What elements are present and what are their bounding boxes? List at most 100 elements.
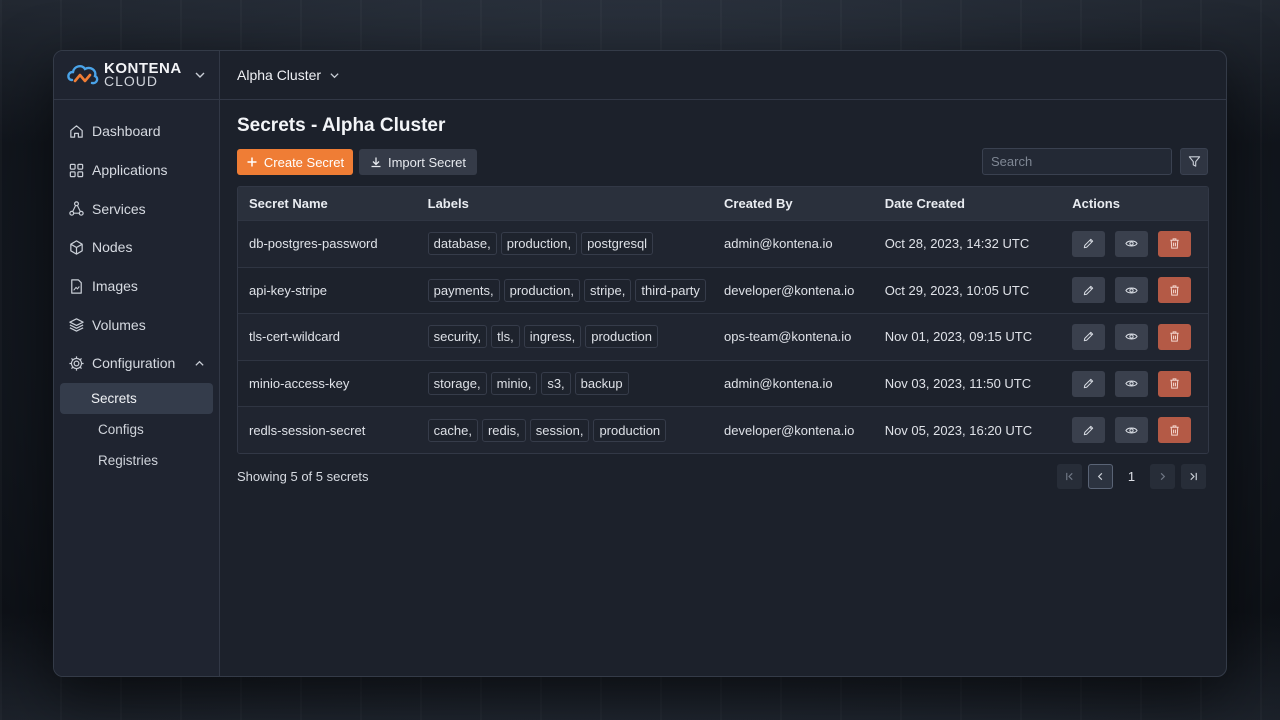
delete-button[interactable] bbox=[1158, 370, 1192, 397]
edit-button[interactable] bbox=[1072, 230, 1106, 257]
view-button[interactable] bbox=[1115, 417, 1149, 444]
edit-icon bbox=[1084, 332, 1094, 342]
kontena-logo-icon bbox=[67, 64, 99, 85]
edit-button[interactable] bbox=[1072, 417, 1106, 444]
delete-button[interactable] bbox=[1158, 277, 1192, 304]
previous-page-button[interactable] bbox=[1088, 464, 1113, 489]
delete-button[interactable] bbox=[1158, 230, 1192, 257]
app-window: KONTENA CLOUD Dashboard Applications Ser… bbox=[53, 50, 1227, 677]
first-page-button[interactable] bbox=[1057, 464, 1082, 489]
search-input[interactable] bbox=[982, 148, 1172, 175]
table-header: Secret Name Labels Created By Date Creat… bbox=[238, 187, 1208, 220]
create-secret-label: Create Secret bbox=[263, 154, 345, 170]
sidebar-item-images[interactable]: Images bbox=[54, 267, 219, 306]
table-row[interactable]: redls-session-secret cache, redis, session,… bbox=[238, 406, 1208, 453]
labels-cell: database, production, postgresql bbox=[417, 232, 715, 256]
chevron-up-icon bbox=[195, 360, 204, 366]
column-header-date-created[interactable]: Date Created bbox=[876, 196, 1063, 211]
pagination-summary: Showing 5 of 5 secrets bbox=[237, 469, 369, 484]
delete-button[interactable] bbox=[1158, 417, 1192, 444]
label-tag: backup bbox=[574, 372, 629, 396]
sidebar-item-dashboard[interactable]: Dashboard bbox=[54, 112, 219, 151]
eye-icon bbox=[1125, 380, 1138, 387]
sidebar: KONTENA CLOUD Dashboard Applications Ser… bbox=[54, 51, 220, 676]
sidebar-item-label: Images bbox=[92, 278, 138, 295]
top-bar: Alpha Cluster bbox=[220, 51, 1226, 100]
sidebar-nav: Dashboard Applications Services Nodes Im… bbox=[54, 100, 219, 476]
column-header-actions: Actions bbox=[1072, 196, 1120, 211]
sidebar-subitem-configs[interactable]: Configs bbox=[60, 414, 213, 445]
sidebar-subitem-label: Secrets bbox=[91, 390, 137, 406]
delete-button[interactable] bbox=[1158, 323, 1192, 350]
edit-icon bbox=[1084, 285, 1094, 296]
cluster-name: Alpha Cluster bbox=[237, 67, 322, 83]
create-secret-button[interactable]: Create Secret bbox=[237, 149, 353, 175]
gear-icon bbox=[69, 356, 84, 371]
column-header-secret-name[interactable]: Secret Name bbox=[238, 196, 417, 211]
sidebar-item-label: Services bbox=[92, 200, 146, 217]
label-tag: ingress, bbox=[523, 325, 582, 349]
sidebar-item-services[interactable]: Services bbox=[54, 189, 219, 228]
sidebar-subitem-registries[interactable]: Registries bbox=[60, 445, 213, 476]
edit-button[interactable] bbox=[1072, 370, 1106, 397]
edit-icon bbox=[1084, 425, 1094, 435]
pagination: 1 bbox=[1057, 464, 1206, 489]
date-created: Nov 05, 2023, 16:20 UTC bbox=[884, 422, 1033, 438]
filter-icon bbox=[1188, 156, 1200, 167]
edit-icon bbox=[1084, 239, 1094, 249]
table-row[interactable]: tls-cert-wildcard security, tls, ingress, pr… bbox=[238, 313, 1208, 360]
sidebar-item-label: Dashboard bbox=[92, 123, 161, 140]
table-row[interactable]: api-key-stripe payments, production, stripe… bbox=[238, 266, 1208, 314]
label-tag: redis, bbox=[481, 418, 526, 442]
chevron-down-icon bbox=[330, 72, 339, 78]
secret-name: db-postgres-password bbox=[249, 236, 378, 252]
view-button[interactable] bbox=[1115, 277, 1149, 304]
created-by: developer@kontena.io bbox=[724, 282, 855, 298]
image-icon bbox=[71, 278, 82, 294]
next-page-button[interactable] bbox=[1150, 464, 1175, 489]
label-tag: stripe, bbox=[583, 278, 632, 302]
table-row[interactable]: minio-access-key storage, minio, s3, backup a… bbox=[238, 359, 1208, 407]
column-header-created-by[interactable]: Created By bbox=[715, 196, 876, 211]
import-secret-label: Import Secret bbox=[387, 154, 467, 170]
actions-cell bbox=[1062, 230, 1208, 257]
page-title: Secrets - Alpha Cluster bbox=[237, 115, 446, 136]
label-tag: security, bbox=[427, 325, 488, 349]
created-by: admin@kontena.io bbox=[724, 376, 833, 392]
sidebar-subitem-secrets[interactable]: Secrets bbox=[60, 382, 213, 414]
chevron-down-icon bbox=[195, 72, 205, 78]
sidebar-item-nodes[interactable]: Nodes bbox=[54, 228, 219, 267]
created-by: admin@kontena.io bbox=[724, 236, 833, 252]
last-page-button[interactable] bbox=[1181, 464, 1206, 489]
created-by: developer@kontena.io bbox=[724, 422, 855, 438]
edit-button[interactable] bbox=[1072, 277, 1106, 304]
eye-icon bbox=[1125, 427, 1138, 434]
layers-icon bbox=[69, 318, 84, 333]
sidebar-item-volumes[interactable]: Volumes bbox=[54, 305, 219, 344]
secret-name: redls-session-secret bbox=[249, 422, 366, 438]
view-button[interactable] bbox=[1115, 230, 1149, 257]
view-button[interactable] bbox=[1115, 370, 1149, 397]
sidebar-item-label: Configuration bbox=[92, 355, 176, 372]
sidebar-item-applications[interactable]: Applications bbox=[54, 151, 219, 190]
actions-cell bbox=[1062, 417, 1208, 444]
labels-cell: payments, production, stripe, third-party bbox=[417, 278, 715, 302]
first-page-icon bbox=[1066, 472, 1073, 481]
import-secret-button[interactable]: Import Secret bbox=[359, 149, 477, 175]
page-number-button[interactable]: 1 bbox=[1119, 464, 1144, 489]
view-button[interactable] bbox=[1115, 323, 1149, 350]
edit-button[interactable] bbox=[1072, 323, 1106, 350]
download-icon bbox=[371, 157, 381, 168]
cluster-selector[interactable]: Alpha Cluster bbox=[237, 67, 340, 83]
label-tag: cache, bbox=[427, 418, 478, 442]
table-row[interactable]: db-postgres-password database, production,… bbox=[238, 220, 1208, 267]
filter-button[interactable] bbox=[1180, 148, 1208, 175]
trash-icon bbox=[1170, 378, 1179, 389]
secrets-table: Secret Name Labels Created By Date Creat… bbox=[237, 186, 1209, 454]
sidebar-item-label: Applications bbox=[92, 162, 168, 179]
sidebar-item-configuration[interactable]: Configuration bbox=[54, 344, 219, 383]
trash-icon bbox=[1170, 238, 1179, 249]
column-header-labels[interactable]: Labels bbox=[417, 196, 715, 211]
brand-switcher[interactable]: KONTENA CLOUD bbox=[54, 51, 219, 100]
label-tag: production bbox=[585, 325, 658, 349]
